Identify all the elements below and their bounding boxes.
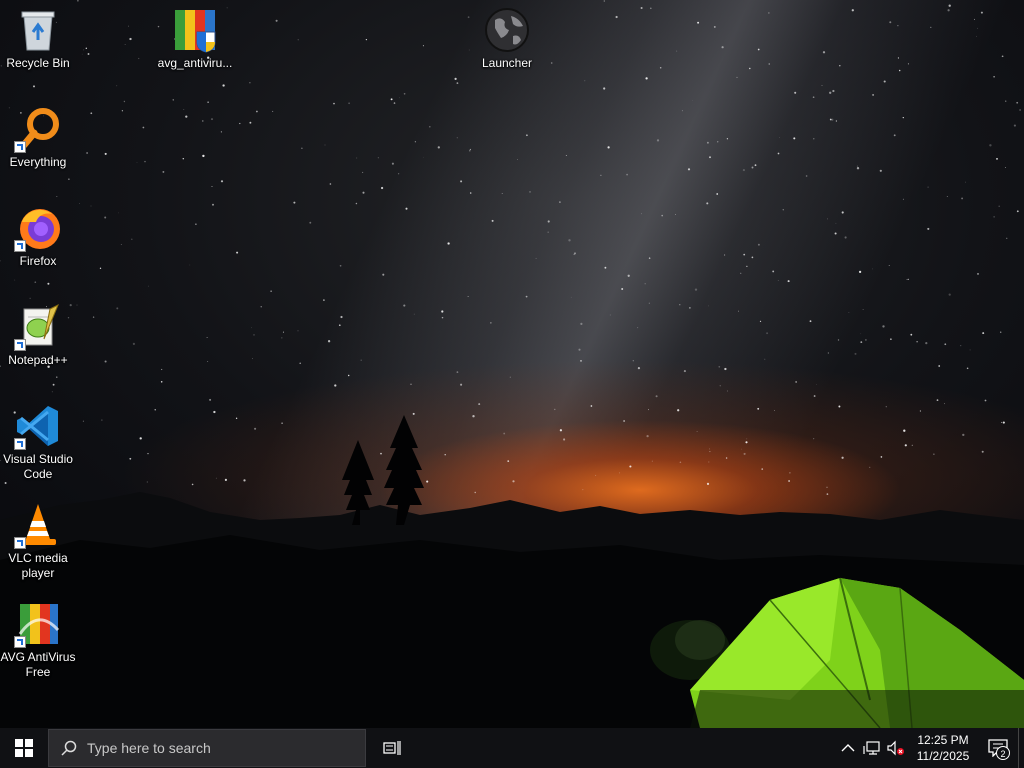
taskbar: Type here to search 12:25 PM 11/2/2025 2 bbox=[0, 728, 1024, 768]
firefox-icon bbox=[14, 204, 62, 252]
shortcut-arrow-icon bbox=[14, 438, 26, 450]
clock[interactable]: 12:25 PM 11/2/2025 bbox=[908, 732, 978, 764]
chevron-up-icon bbox=[841, 744, 855, 752]
desktop-icon-avg-free[interactable]: AVG AntiVirus Free bbox=[0, 600, 76, 680]
clock-time: 12:25 PM bbox=[917, 733, 969, 747]
windows-logo-icon bbox=[15, 739, 33, 757]
notification-badge: 2 bbox=[996, 746, 1010, 760]
show-desktop-button[interactable] bbox=[1018, 728, 1024, 768]
desktop-icon-label: VLC media player bbox=[8, 551, 68, 580]
volume-button[interactable] bbox=[884, 728, 908, 768]
desktop-icon-label: Recycle Bin bbox=[6, 56, 70, 70]
desktop-icon-label: Visual Studio Code bbox=[3, 452, 73, 481]
desktop-icon-label: Launcher bbox=[481, 56, 533, 70]
shortcut-arrow-icon bbox=[14, 537, 26, 549]
start-button[interactable] bbox=[0, 728, 48, 768]
magnifier-icon bbox=[14, 105, 62, 153]
wallpaper bbox=[0, 0, 1024, 728]
recycle-bin-icon bbox=[14, 6, 62, 54]
desktop-icon-label: avg_antiviru... bbox=[157, 56, 233, 70]
desktop-icon-firefox[interactable]: Firefox bbox=[0, 204, 76, 269]
desktop: Recycle Bin Everything Firefox Notepad++… bbox=[0, 0, 1024, 728]
desktop-icon-label: Notepad++ bbox=[8, 353, 68, 367]
shortcut-arrow-icon bbox=[14, 339, 26, 351]
network-icon bbox=[863, 741, 880, 755]
globe-icon bbox=[483, 6, 531, 54]
vlc-cone-icon bbox=[14, 501, 62, 549]
desktop-icon-recycle-bin[interactable]: Recycle Bin bbox=[0, 6, 76, 71]
task-view-icon bbox=[383, 741, 401, 755]
taskbar-search-box[interactable]: Type here to search bbox=[48, 729, 366, 767]
desktop-icon-vlc[interactable]: VLC media player bbox=[0, 501, 76, 581]
volume-muted-icon bbox=[887, 740, 904, 756]
desktop-icon-label: Firefox bbox=[19, 254, 57, 268]
search-icon bbox=[61, 740, 77, 756]
shortcut-arrow-icon bbox=[14, 636, 26, 648]
desktop-icon-label: Everything bbox=[9, 155, 67, 169]
action-center-button[interactable]: 2 bbox=[978, 728, 1018, 768]
desktop-icon-vscode[interactable]: Visual Studio Code bbox=[0, 402, 76, 482]
system-tray: 12:25 PM 11/2/2025 2 bbox=[836, 728, 1024, 768]
desktop-icon-label: AVG AntiVirus Free bbox=[0, 650, 76, 679]
shortcut-arrow-icon bbox=[14, 240, 26, 252]
avg-installer-icon bbox=[171, 6, 219, 54]
search-placeholder: Type here to search bbox=[87, 740, 211, 756]
desktop-icon-everything[interactable]: Everything bbox=[0, 105, 76, 170]
desktop-icon-notepadpp[interactable]: Notepad++ bbox=[0, 303, 76, 368]
vscode-icon bbox=[14, 402, 62, 450]
notepadpp-icon bbox=[14, 303, 62, 351]
shortcut-arrow-icon bbox=[14, 141, 26, 153]
desktop-icon-launcher[interactable]: Launcher bbox=[469, 6, 545, 71]
clock-date: 11/2/2025 bbox=[916, 749, 970, 763]
task-view-button[interactable] bbox=[368, 728, 416, 768]
show-hidden-icons-button[interactable] bbox=[836, 728, 860, 768]
avg-icon bbox=[14, 600, 62, 648]
desktop-icon-avg-installer[interactable]: avg_antiviru... bbox=[156, 6, 234, 71]
network-button[interactable] bbox=[860, 728, 884, 768]
